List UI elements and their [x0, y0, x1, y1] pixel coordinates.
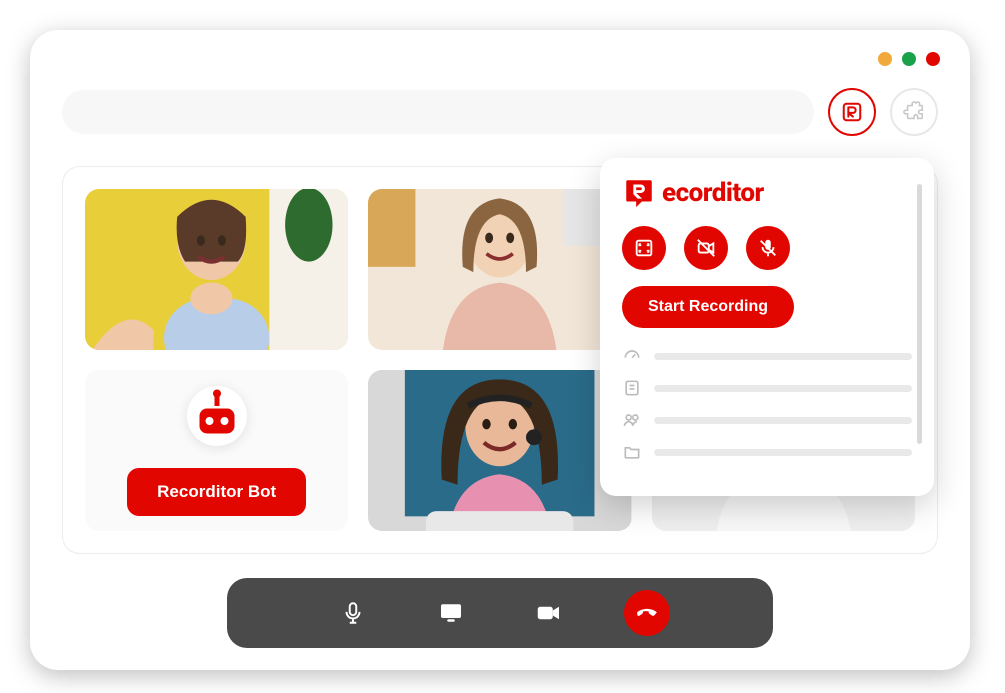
camera-off-option[interactable]: [684, 226, 728, 270]
popup-scrollbar[interactable]: [917, 184, 922, 444]
minimize-dot[interactable]: [878, 52, 892, 66]
popup-menu: [622, 346, 912, 462]
screen-share-button[interactable]: [428, 590, 474, 636]
mic-off-option[interactable]: [746, 226, 790, 270]
browser-topbar: [62, 90, 938, 134]
menu-item-folder[interactable]: [622, 442, 912, 462]
close-dot[interactable]: [926, 52, 940, 66]
extensions-button[interactable]: [890, 88, 938, 136]
fullscreen-icon: [633, 237, 655, 259]
app-window: Recorditor Bot: [30, 30, 970, 670]
notes-icon: [622, 378, 642, 398]
end-call-button[interactable]: [624, 590, 670, 636]
bot-avatar: [187, 386, 247, 446]
recorditor-extension-button[interactable]: [828, 88, 876, 136]
recorditor-bot-tile: Recorditor Bot: [85, 370, 348, 531]
microphone-button[interactable]: [330, 590, 376, 636]
menu-item-notes[interactable]: [622, 378, 912, 398]
participant-tile[interactable]: [85, 189, 348, 350]
menu-item-people[interactable]: [622, 410, 912, 430]
recording-options: [622, 226, 912, 270]
recorditor-mark-icon: [622, 176, 656, 210]
recorditor-wordmark: ecorditor: [662, 178, 764, 208]
recorditor-bot-button[interactable]: Recorditor Bot: [127, 468, 306, 516]
window-controls: [878, 52, 940, 66]
camera-disabled-icon: [695, 237, 717, 259]
start-recording-button[interactable]: Start Recording: [622, 286, 794, 328]
participant-tile[interactable]: [368, 370, 631, 531]
recorditor-popup: ecorditor Start Recording: [600, 158, 934, 496]
mic-muted-icon: [757, 237, 779, 259]
menu-item-speed[interactable]: [622, 346, 912, 366]
call-control-bar: [227, 578, 773, 648]
maximize-dot[interactable]: [902, 52, 916, 66]
fullscreen-option[interactable]: [622, 226, 666, 270]
participant-tile[interactable]: [368, 189, 631, 350]
speed-icon: [622, 346, 642, 366]
camera-button[interactable]: [526, 590, 572, 636]
url-bar[interactable]: [62, 90, 814, 134]
folder-icon: [622, 442, 642, 462]
people-icon: [622, 410, 642, 430]
recorditor-logo: ecorditor: [622, 176, 912, 210]
